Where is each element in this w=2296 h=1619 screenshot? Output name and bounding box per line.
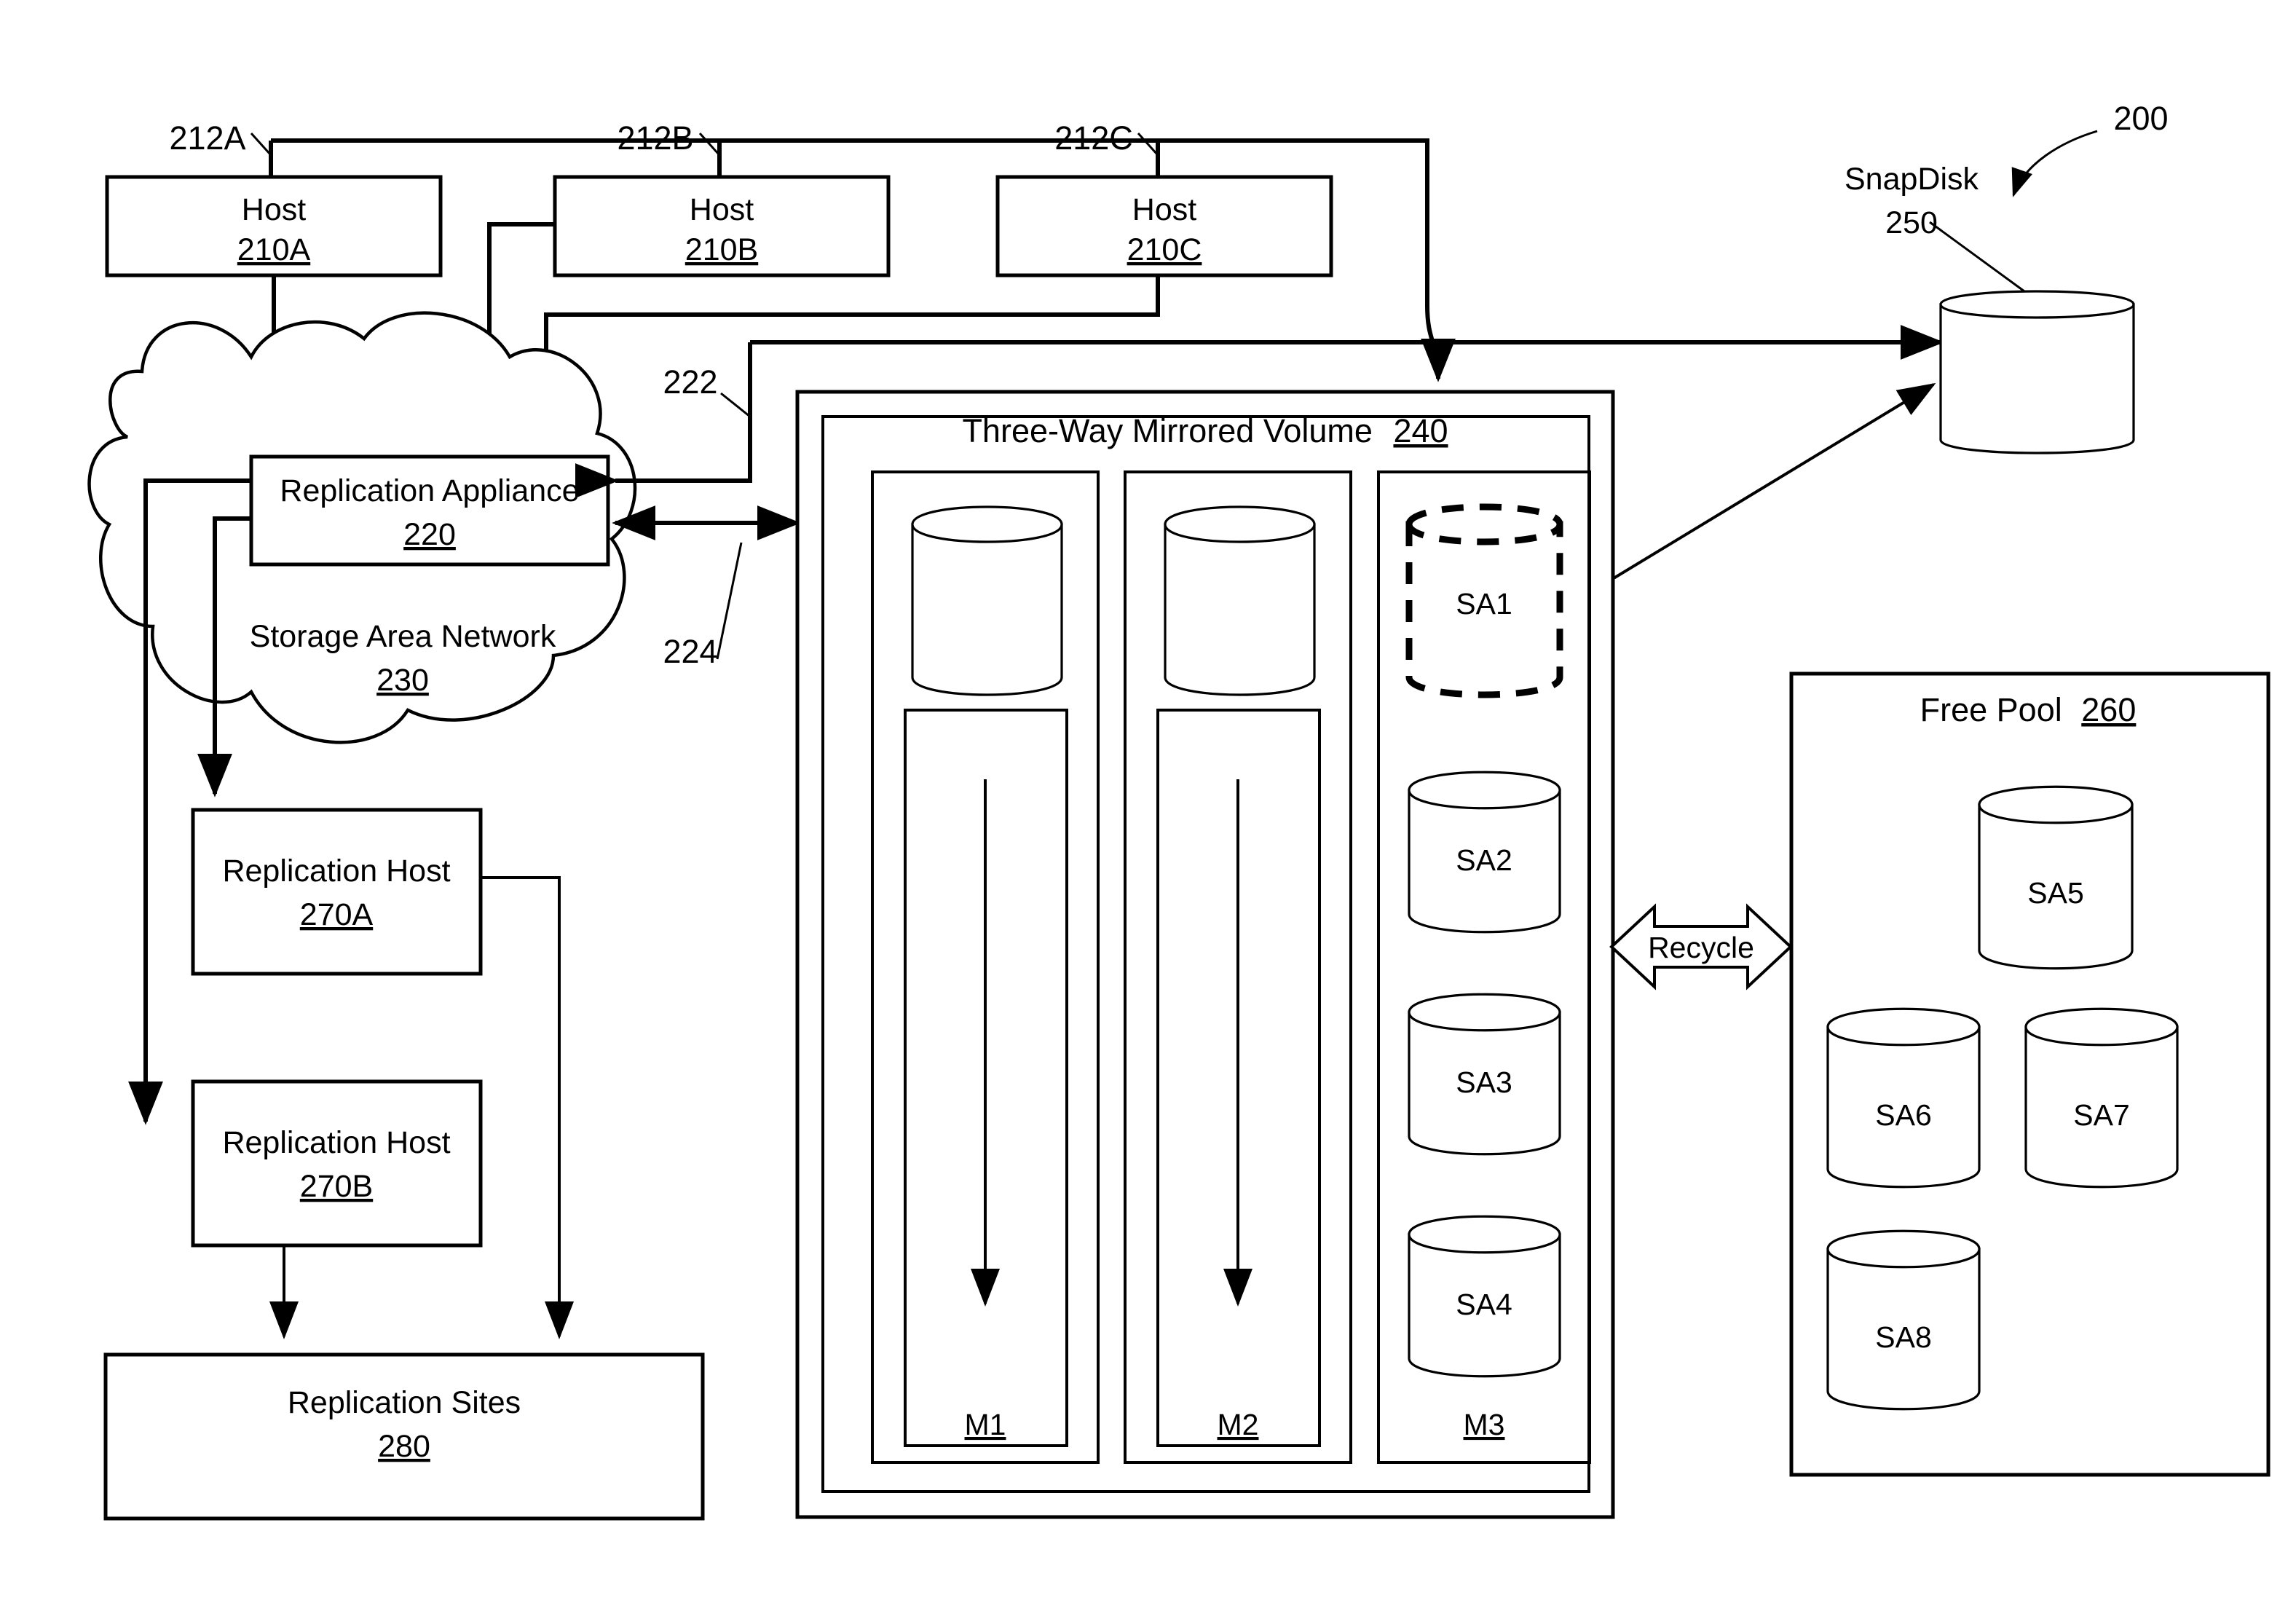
leader-200 <box>2011 130 2098 197</box>
leader-224 <box>716 542 743 660</box>
snapshot-label-sa3: SA3 <box>1456 1065 1512 1099</box>
snapshot-label-sa1: SA1 <box>1456 587 1512 621</box>
snapshot-label-sa7: SA7 <box>2073 1098 2130 1132</box>
host-label-c: Host <box>1132 192 1196 227</box>
mirrored-volume-title: Three-Way Mirrored Volume 240 <box>962 412 1448 449</box>
ref-212a: 212A <box>169 119 245 157</box>
system-architecture-diagram: 212A 212B 212C Host 210A Host 210B Host … <box>87 100 2271 1521</box>
leader-212b <box>698 132 721 157</box>
ref-224: 224 <box>663 633 717 670</box>
leader-snapdisk <box>1929 221 2025 293</box>
snapshot-label-sa2: SA2 <box>1456 843 1512 877</box>
mirror-cylinder-m1 <box>911 505 1063 696</box>
mirror-name-m2: M2 <box>1218 1408 1259 1441</box>
host-number-a: 210A <box>237 232 311 267</box>
mirror-name-m3: M3 <box>1464 1408 1505 1441</box>
ref-212b: 212B <box>617 119 693 157</box>
snapdisk-number: 250 <box>1885 205 1938 240</box>
replication-host-a-label: Replication Host <box>222 854 450 889</box>
snapdisk-cylinder <box>1939 290 2135 454</box>
free-pool-title: Free Pool 260 <box>1920 691 2137 728</box>
patent-figure-canvas: 212A 212B 212C Host 210A Host 210B Host … <box>0 0 2296 1619</box>
replication-sites-number: 280 <box>378 1429 430 1464</box>
snapshot-label-sa4: SA4 <box>1456 1288 1512 1321</box>
replication-host-box-270b <box>191 1079 483 1248</box>
line-rephost-a-to-sites <box>481 876 574 1339</box>
replication-sites-label: Replication Sites <box>288 1385 521 1420</box>
ref-212c: 212C <box>1054 119 1133 157</box>
replication-appliance-label: Replication Appliance <box>280 473 579 508</box>
san-number: 230 <box>376 663 429 698</box>
figure-reference-200: 200 <box>2113 100 2168 137</box>
snapdisk-label: SnapDisk <box>1845 162 1979 197</box>
host-number-b: 210B <box>685 232 758 267</box>
snapshot-label-sa6: SA6 <box>1875 1098 1932 1132</box>
host-label-a: Host <box>242 192 306 227</box>
replication-host-b-label: Replication Host <box>222 1125 450 1160</box>
leader-222 <box>720 392 751 418</box>
mirror-cylinder-m2 <box>1164 505 1316 696</box>
replication-appliance-number: 220 <box>403 517 456 552</box>
mirror-name-m1: M1 <box>965 1408 1006 1441</box>
host-number-c: 210C <box>1127 232 1202 267</box>
snapshot-label-sa8: SA8 <box>1875 1320 1932 1354</box>
recycle-label: Recycle <box>1648 931 1754 964</box>
replication-host-box-270a <box>191 808 483 976</box>
leader-212c <box>1137 132 1159 157</box>
host-label-b: Host <box>690 192 754 227</box>
replication-host-b-number: 270B <box>300 1169 373 1204</box>
leader-212a <box>250 132 272 157</box>
san-label: Storage Area Network <box>250 619 556 654</box>
ref-222: 222 <box>663 363 717 401</box>
snapshot-label-sa5: SA5 <box>2027 876 2084 910</box>
replication-host-a-number: 270A <box>300 897 374 932</box>
